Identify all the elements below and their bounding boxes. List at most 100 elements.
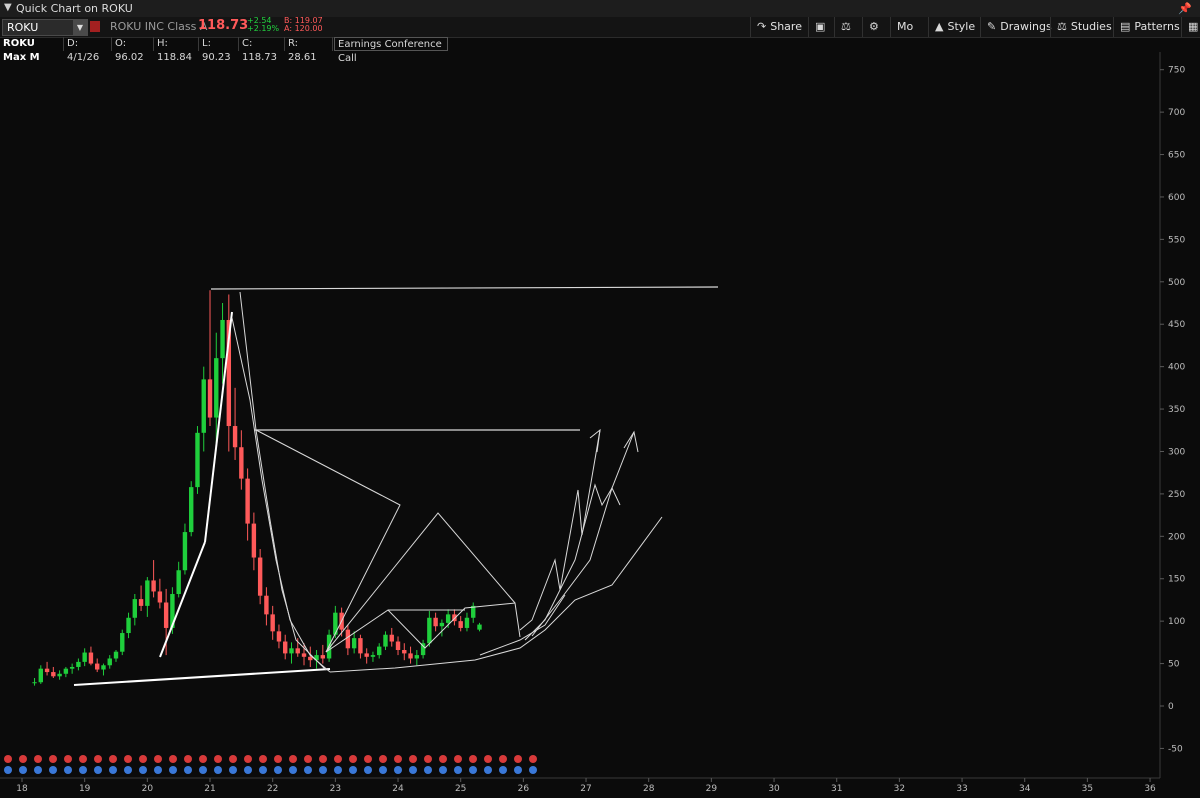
candle[interactable]: [113, 650, 119, 662]
candle[interactable]: [157, 578, 163, 609]
candle[interactable]: [358, 634, 363, 659]
earnings-marker-icon[interactable]: [409, 755, 417, 763]
candle[interactable]: [458, 616, 463, 632]
earnings-marker-icon[interactable]: [394, 755, 402, 763]
candle[interactable]: [57, 670, 62, 680]
dividend-marker-icon[interactable]: [484, 766, 492, 774]
candle[interactable]: [402, 643, 407, 661]
candle[interactable]: [420, 639, 426, 659]
dividend-marker-icon[interactable]: [274, 766, 282, 774]
earnings-marker-icon[interactable]: [364, 755, 372, 763]
price-chart[interactable]: 7507006506005505004504003503002502001501…: [0, 0, 1200, 798]
dividend-marker-icon[interactable]: [394, 766, 402, 774]
earnings-marker-icon[interactable]: [109, 755, 117, 763]
earnings-marker-icon[interactable]: [259, 755, 267, 763]
candle[interactable]: [126, 612, 131, 639]
earnings-marker-icon[interactable]: [64, 755, 72, 763]
earnings-marker-icon[interactable]: [379, 755, 387, 763]
earnings-marker-icon[interactable]: [49, 755, 57, 763]
candle[interactable]: [351, 631, 357, 654]
dividend-marker-icon[interactable]: [319, 766, 327, 774]
earnings-marker-icon[interactable]: [349, 755, 357, 763]
dividend-marker-icon[interactable]: [79, 766, 87, 774]
dividend-marker-icon[interactable]: [229, 766, 237, 774]
candle[interactable]: [245, 468, 250, 541]
candle[interactable]: [283, 634, 288, 660]
rally-line-1[interactable]: [159, 541, 206, 658]
candle[interactable]: [32, 678, 37, 686]
earnings-marker-icon[interactable]: [514, 755, 522, 763]
candle[interactable]: [270, 605, 275, 640]
candle[interactable]: [414, 650, 420, 666]
dividend-marker-icon[interactable]: [469, 766, 477, 774]
earnings-marker-icon[interactable]: [529, 755, 537, 763]
dividend-marker-icon[interactable]: [49, 766, 57, 774]
candle[interactable]: [377, 643, 382, 659]
candle[interactable]: [69, 663, 75, 674]
dividend-marker-icon[interactable]: [364, 766, 372, 774]
earnings-marker-icon[interactable]: [244, 755, 252, 763]
candle[interactable]: [176, 561, 181, 598]
projection-path-2[interactable]: [524, 431, 635, 641]
long-support-line[interactable]: [73, 668, 331, 686]
candle[interactable]: [395, 636, 401, 656]
earnings-marker-icon[interactable]: [139, 755, 147, 763]
dividend-marker-icon[interactable]: [64, 766, 72, 774]
earnings-marker-icon[interactable]: [439, 755, 447, 763]
dividend-marker-icon[interactable]: [169, 766, 177, 774]
earnings-marker-icon[interactable]: [79, 755, 87, 763]
candle[interactable]: [51, 666, 56, 679]
dividend-marker-icon[interactable]: [199, 766, 207, 774]
earnings-marker-icon[interactable]: [484, 755, 492, 763]
earnings-marker-icon[interactable]: [214, 755, 222, 763]
projection-arrowhead-1[interactable]: [589, 428, 601, 453]
candle[interactable]: [207, 290, 213, 427]
candle[interactable]: [345, 624, 351, 656]
dividend-marker-icon[interactable]: [304, 766, 312, 774]
earnings-marker-icon[interactable]: [304, 755, 312, 763]
candle[interactable]: [477, 622, 482, 632]
candle[interactable]: [433, 612, 438, 632]
dividend-marker-icon[interactable]: [289, 766, 297, 774]
candle[interactable]: [289, 642, 294, 664]
earnings-marker-icon[interactable]: [199, 755, 207, 763]
dividend-marker-icon[interactable]: [19, 766, 27, 774]
earnings-marker-icon[interactable]: [499, 755, 507, 763]
earnings-marker-icon[interactable]: [124, 755, 132, 763]
earnings-marker-icon[interactable]: [274, 755, 282, 763]
candle[interactable]: [182, 523, 188, 575]
candle[interactable]: [383, 631, 388, 651]
candle[interactable]: [320, 644, 326, 664]
candle[interactable]: [251, 512, 257, 571]
candle[interactable]: [107, 655, 112, 669]
earnings-marker-icon[interactable]: [94, 755, 102, 763]
candle[interactable]: [389, 627, 394, 647]
decline-curve[interactable]: [239, 291, 327, 671]
candle[interactable]: [145, 577, 150, 617]
candle[interactable]: [295, 638, 300, 657]
candle[interactable]: [44, 661, 50, 676]
dividend-marker-icon[interactable]: [154, 766, 162, 774]
candle[interactable]: [101, 663, 106, 676]
earnings-marker-icon[interactable]: [19, 755, 27, 763]
dividend-marker-icon[interactable]: [454, 766, 462, 774]
candle[interactable]: [464, 612, 470, 632]
earnings-marker-icon[interactable]: [4, 755, 12, 763]
candle[interactable]: [82, 648, 87, 667]
candle[interactable]: [471, 602, 476, 623]
earnings-marker-icon[interactable]: [169, 755, 177, 763]
candle[interactable]: [195, 426, 200, 494]
dividend-marker-icon[interactable]: [139, 766, 147, 774]
rally-line-2[interactable]: [204, 311, 233, 543]
zigzag-2[interactable]: [325, 512, 516, 653]
candle[interactable]: [189, 481, 194, 537]
dividend-marker-icon[interactable]: [124, 766, 132, 774]
dividend-marker-icon[interactable]: [244, 766, 252, 774]
candle[interactable]: [364, 648, 369, 664]
earnings-marker-icon[interactable]: [154, 755, 162, 763]
dividend-marker-icon[interactable]: [379, 766, 387, 774]
projection-arrowhead-2[interactable]: [623, 430, 639, 453]
dividend-marker-icon[interactable]: [334, 766, 342, 774]
dividend-marker-icon[interactable]: [4, 766, 12, 774]
ath-resistance-line[interactable]: [210, 286, 719, 290]
